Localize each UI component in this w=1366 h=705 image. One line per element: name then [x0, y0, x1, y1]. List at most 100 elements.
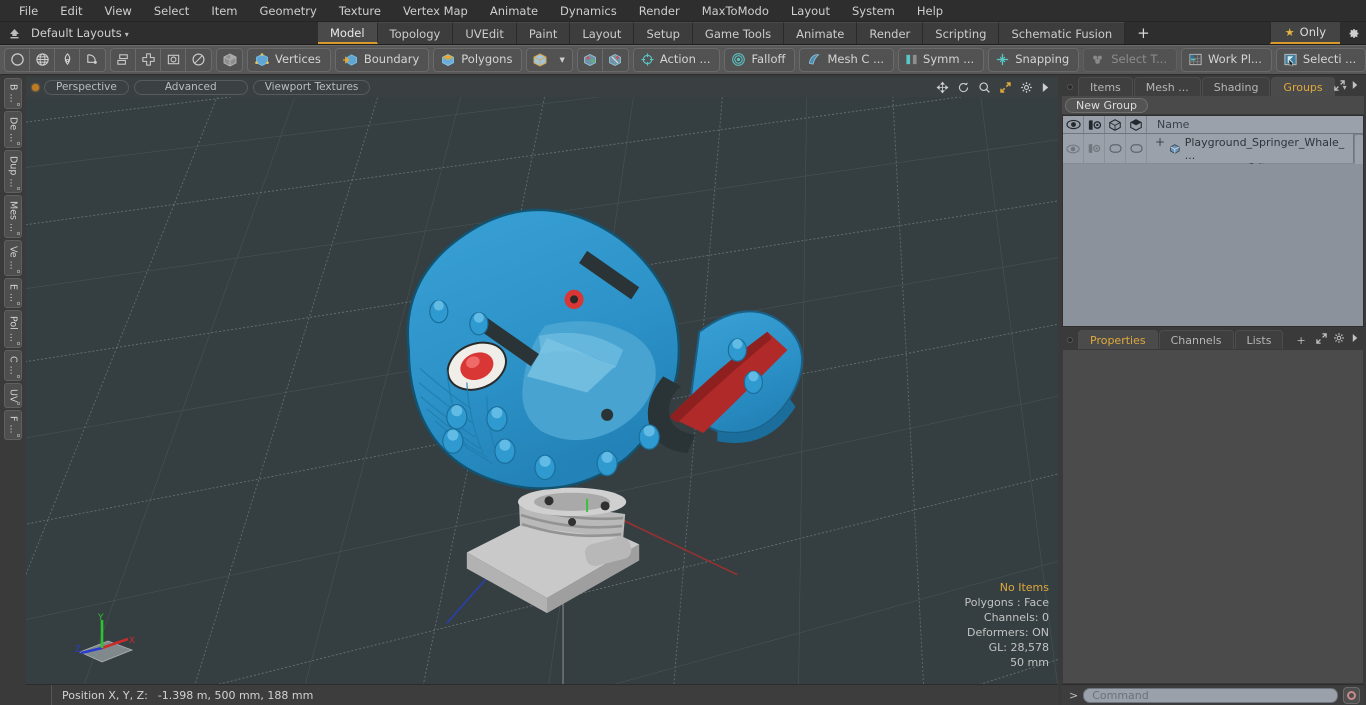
- align-icon[interactable]: [111, 48, 136, 71]
- tab-paint[interactable]: Paint: [516, 22, 571, 44]
- menu-item-layout[interactable]: Layout: [780, 0, 841, 22]
- symmetry-button[interactable]: Symm ...: [898, 47, 985, 72]
- tab-setup[interactable]: Setup: [634, 22, 693, 44]
- vtab-basic[interactable]: B ...: [4, 78, 22, 109]
- curve-icon[interactable]: [80, 49, 105, 71]
- tab-scripting[interactable]: Scripting: [923, 22, 1000, 44]
- tab-lists[interactable]: Lists: [1234, 330, 1284, 349]
- row-shaded-toggle[interactable]: [1126, 134, 1147, 163]
- work-plane-button[interactable]: Work Pl...: [1180, 47, 1272, 72]
- menu-item-help[interactable]: Help: [906, 0, 954, 22]
- zoom-icon[interactable]: [978, 81, 991, 94]
- vtab-edge[interactable]: E ...: [4, 278, 22, 309]
- tab-properties[interactable]: Properties: [1078, 330, 1158, 349]
- menu-item-texture[interactable]: Texture: [328, 0, 392, 22]
- viewport-chip-advanced[interactable]: Advanced: [133, 79, 248, 95]
- tab-topology[interactable]: Topology: [377, 22, 454, 44]
- vtab-polygon[interactable]: Pol ...: [4, 310, 22, 349]
- groups-list-scrollbar[interactable]: [1353, 134, 1363, 191]
- falloff-button[interactable]: Falloff: [724, 47, 796, 72]
- row-render-toggle[interactable]: [1084, 134, 1105, 163]
- new-group-button[interactable]: New Group: [1065, 97, 1148, 113]
- boundary-mode-button[interactable]: Boundary: [334, 47, 430, 72]
- center-icon[interactable]: [161, 48, 186, 71]
- vtab-vertex[interactable]: Ve ...: [4, 240, 22, 277]
- viewport-3d[interactable]: No Items Polygons : Face Channels: 0 Def…: [26, 97, 1058, 684]
- vtab-deform[interactable]: De ...: [4, 110, 22, 148]
- groups-list-empty-area[interactable]: [1063, 164, 1363, 326]
- properties-panel-body[interactable]: [1062, 349, 1364, 684]
- add-tab-button[interactable]: +: [1125, 22, 1162, 44]
- select-through-button[interactable]: Select T...: [1083, 47, 1177, 72]
- menu-item-file[interactable]: File: [8, 0, 49, 22]
- action-center-button[interactable]: Action ...: [632, 47, 721, 72]
- command-input[interactable]: [1083, 687, 1338, 703]
- cube-icon[interactable]: [217, 49, 242, 71]
- arrow-right-icon[interactable]: [1041, 82, 1050, 93]
- tab-render[interactable]: Render: [857, 22, 924, 44]
- tab-groups[interactable]: Groups: [1271, 77, 1335, 96]
- eye-icon[interactable]: [1063, 116, 1084, 133]
- mesh-constraint-button[interactable]: Mesh C ...: [799, 47, 895, 72]
- viewport-chip-textures[interactable]: Viewport Textures: [252, 79, 371, 95]
- selection-sets-button[interactable]: Selecti ...: [1275, 47, 1366, 72]
- row-wire-toggle[interactable]: [1105, 134, 1126, 163]
- snap-cube-a-icon[interactable]: [578, 48, 603, 71]
- gear-icon[interactable]: [1333, 332, 1345, 347]
- vtab-curve[interactable]: C ...: [4, 350, 22, 381]
- shaded-cube-icon[interactable]: [1126, 116, 1147, 133]
- arrow-right-icon[interactable]: [1351, 333, 1359, 346]
- move-icon[interactable]: [136, 48, 161, 71]
- default-layouts-dropdown[interactable]: Default Layouts ▾: [31, 26, 129, 40]
- polygons-mode-button[interactable]: Polygons: [433, 47, 523, 72]
- circle-icon[interactable]: [5, 48, 30, 71]
- tab-game-tools[interactable]: Game Tools: [692, 22, 785, 44]
- pen-icon[interactable]: [55, 48, 80, 71]
- selection-mode-dropdown[interactable]: ▼: [526, 47, 573, 72]
- add-properties-tab-button[interactable]: +: [1284, 330, 1317, 349]
- row-eye-toggle[interactable]: [1063, 134, 1084, 163]
- tab-channels[interactable]: Channels: [1158, 330, 1234, 349]
- menu-item-edit[interactable]: Edit: [49, 0, 93, 22]
- fit-icon[interactable]: [999, 81, 1012, 94]
- tab-model[interactable]: Model: [318, 22, 378, 44]
- only-toggle-button[interactable]: ★ Only: [1269, 22, 1340, 44]
- vtab-uv[interactable]: UV: [4, 382, 22, 409]
- viewport-chip-perspective[interactable]: Perspective: [44, 79, 129, 95]
- tab-items[interactable]: Items: [1078, 77, 1133, 96]
- menu-item-select[interactable]: Select: [143, 0, 200, 22]
- tab-layout[interactable]: Layout: [570, 22, 635, 44]
- rotate-icon[interactable]: [957, 81, 970, 94]
- menu-item-maxtomodo[interactable]: MaxToModo: [691, 0, 780, 22]
- tab-shading[interactable]: Shading: [1201, 77, 1271, 96]
- home-icon[interactable]: [5, 24, 23, 42]
- snapping-button[interactable]: Snapping: [988, 47, 1080, 72]
- table-row[interactable]: + Playground_Springer_Whale_ ... 9 Items: [1063, 134, 1363, 191]
- record-icon[interactable]: [1343, 686, 1360, 704]
- snap-cube-b-icon[interactable]: [603, 49, 628, 71]
- menu-item-vertex-map[interactable]: Vertex Map: [392, 0, 479, 22]
- tab-schematic-fusion[interactable]: Schematic Fusion: [999, 22, 1126, 44]
- tab-animate[interactable]: Animate: [784, 22, 858, 44]
- gear-icon[interactable]: [1020, 81, 1033, 94]
- expand-icon[interactable]: [1316, 332, 1327, 347]
- render-icon[interactable]: [1084, 116, 1105, 133]
- tab-mesh[interactable]: Mesh ...: [1133, 77, 1201, 96]
- tab-uvedit[interactable]: UVEdit: [453, 22, 517, 44]
- expander-icon[interactable]: +: [1153, 136, 1169, 149]
- arrow-right-icon[interactable]: [1351, 80, 1359, 93]
- properties-menu-dot-icon[interactable]: [1062, 330, 1078, 349]
- vtab-mesh-edit[interactable]: Mes ...: [4, 195, 22, 239]
- rotate-icon[interactable]: [186, 49, 211, 71]
- menu-item-geometry[interactable]: Geometry: [249, 0, 328, 22]
- wire-cube-icon[interactable]: [1105, 116, 1126, 133]
- vtab-fusion[interactable]: F ...: [4, 410, 22, 440]
- menu-item-view[interactable]: View: [94, 0, 143, 22]
- menu-item-dynamics[interactable]: Dynamics: [549, 0, 628, 22]
- gear-icon[interactable]: [1340, 22, 1366, 44]
- menu-item-render[interactable]: Render: [628, 0, 691, 22]
- globe-icon[interactable]: [30, 48, 55, 71]
- menu-item-animate[interactable]: Animate: [479, 0, 549, 22]
- pan-icon[interactable]: [936, 81, 949, 94]
- group-item[interactable]: + Playground_Springer_Whale_ ... 9 Items: [1147, 134, 1353, 175]
